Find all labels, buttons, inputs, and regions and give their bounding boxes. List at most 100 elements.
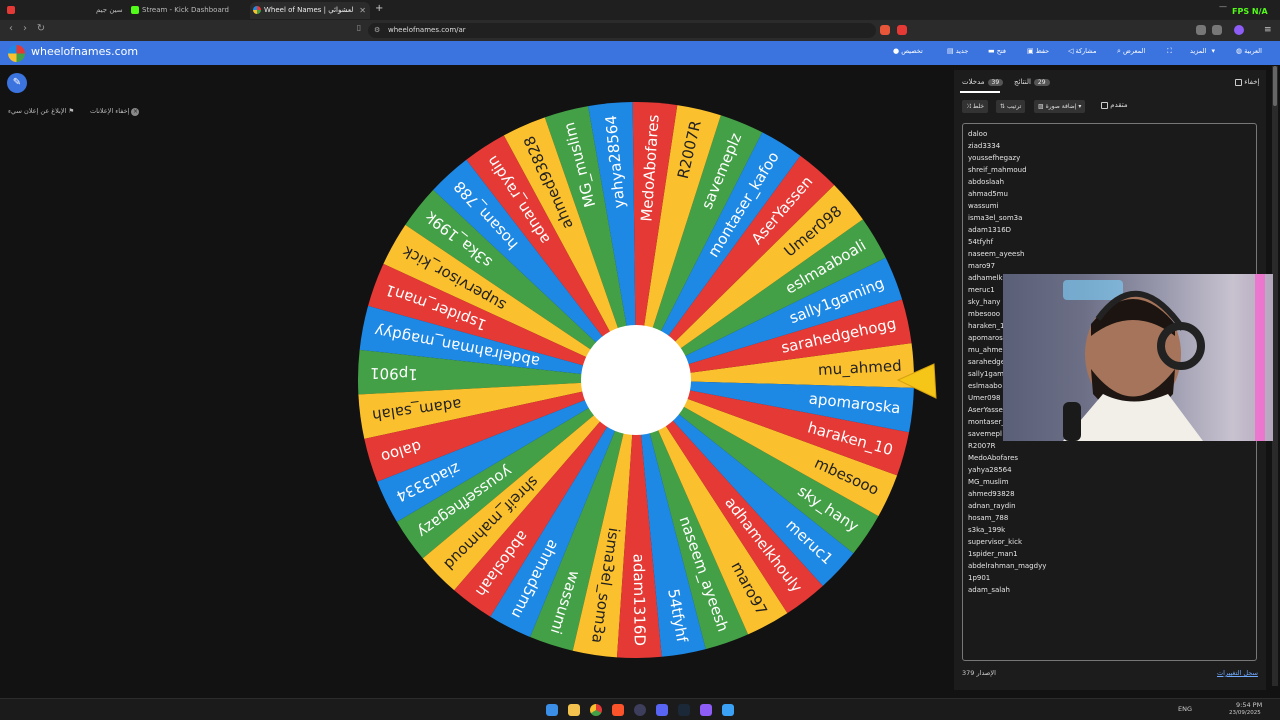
entry-line: sally1gam <box>968 370 1004 378</box>
browser-tab-bar: سين جيم Stream - Kick Dashboard Wheel of… <box>0 0 1280 20</box>
windows-start-icon[interactable] <box>546 704 558 716</box>
entry-line: adam1316D <box>968 226 1012 234</box>
wheel-favicon-icon <box>253 6 261 14</box>
browser-tab-2[interactable]: Stream - Kick Dashboard <box>128 2 248 19</box>
entry-line: supervisor_kick <box>968 538 1023 546</box>
wheel-center-hub[interactable] <box>581 325 691 435</box>
menu-icon[interactable]: ≡ <box>1264 25 1274 35</box>
reload-icon[interactable]: ↻ <box>34 23 48 34</box>
new-file-icon: ▤ <box>947 47 954 55</box>
brave-shield-icon[interactable] <box>880 25 890 35</box>
changelog-link[interactable]: سجل التغييرات <box>1217 669 1258 677</box>
chevron-down-icon: ▾ <box>1078 103 1082 110</box>
entry-line: 54tfyhf <box>968 238 994 246</box>
entry-line: adhamelk <box>968 274 1003 282</box>
name-wheel[interactable]: mu_ahmedsarahedgehoggsally1gamingeslmaab… <box>358 102 914 658</box>
entries-count-badge: 39 <box>987 79 1004 86</box>
hide-ads-link[interactable]: إخفاء الإعلانات × <box>90 107 140 116</box>
hide-toggle[interactable]: إخفاء <box>1232 78 1259 86</box>
chevron-down-icon: ▾ <box>1211 47 1215 55</box>
entry-line: AserYasse <box>968 406 1003 414</box>
add-image-button[interactable]: ▨ إضافة صورة ▾ <box>1034 100 1086 113</box>
menu-save[interactable]: ▣ حفظ <box>1024 47 1049 55</box>
save-icon: ▣ <box>1027 47 1034 55</box>
entry-line: ahmed93828 <box>968 490 1015 498</box>
menu-more[interactable]: المزيد ▾ <box>1190 47 1215 55</box>
folder-icon: ▬ <box>988 47 995 55</box>
edit-wheel-button[interactable]: ✎ <box>7 73 27 93</box>
wheel-slice-label: adam1316D <box>630 554 649 646</box>
entry-line: isma3el_som3a <box>968 214 1023 222</box>
entry-line: naseem_ayeesh <box>968 250 1025 258</box>
forward-icon[interactable]: › <box>18 23 32 34</box>
clock-time[interactable]: 9:54 PM <box>1236 701 1262 709</box>
tab-title: Wheel of Names | اختيار الاسم العشوائي <box>264 6 354 14</box>
entry-line: adam_salah <box>968 586 1010 594</box>
tab-entries[interactable]: مدخلات 39 <box>962 78 1004 86</box>
entry-line: sarahedge <box>968 358 1006 366</box>
entry-line: maro97 <box>968 262 996 270</box>
brave-icon[interactable] <box>612 704 624 716</box>
browser-tab-1[interactable]: سين جيم <box>4 2 124 19</box>
close-tab-icon[interactable]: ✕ <box>359 2 366 19</box>
browser-tab-3-active[interactable]: Wheel of Names | اختيار الاسم العشوائي ✕ <box>250 2 370 19</box>
share-icon: ◁ <box>1068 47 1074 55</box>
entry-line: s3ka_199k <box>968 526 1006 534</box>
menu-open[interactable]: ▬ فتح <box>985 47 1006 55</box>
site-info-icon[interactable]: ⚙ <box>374 23 380 38</box>
report-ad-link[interactable]: الإبلاغ عن إعلان سيء ⚑ <box>8 107 74 115</box>
hide-checkbox[interactable] <box>1235 78 1242 86</box>
entry-line: MG_muslim <box>968 478 1009 486</box>
menu-share[interactable]: ◁ مشاركة <box>1065 47 1096 55</box>
url-field[interactable]: ⚙ wheelofnames.com/ar <box>368 23 876 38</box>
tab-results[interactable]: النتائج 29 <box>1014 78 1050 86</box>
clock-date[interactable]: 23/09/2025 <box>1229 710 1261 716</box>
scrollbar-thumb[interactable] <box>1273 66 1277 106</box>
entry-line: adnan_raydin <box>968 502 1016 510</box>
advanced-checkbox[interactable] <box>1101 101 1108 109</box>
version-number: 379 <box>962 669 975 677</box>
app-icon[interactable] <box>700 704 712 716</box>
close-circle-icon: × <box>131 108 140 116</box>
tab-title: سين جيم <box>96 6 123 14</box>
entry-line: ziad3334 <box>968 142 1001 150</box>
language-indicator[interactable]: ENG <box>1178 705 1192 713</box>
extension-icon[interactable] <box>897 25 907 35</box>
entry-line: hosam_788 <box>968 514 1009 522</box>
minimize-button[interactable]: — <box>1219 2 1227 11</box>
new-tab-button[interactable]: + <box>375 3 383 14</box>
notepad-icon[interactable] <box>722 704 734 716</box>
shuffle-icon: ⤨ <box>966 103 971 110</box>
menu-new[interactable]: ▤ جديد <box>944 47 968 55</box>
fps-badge: FPS N/A <box>1232 7 1268 16</box>
sidebar-icon[interactable] <box>1212 25 1222 35</box>
menu-language[interactable]: ◍ العربية <box>1233 47 1262 55</box>
profile-avatar-icon[interactable] <box>1234 25 1244 35</box>
advanced-toggle[interactable]: متقدم <box>1098 101 1128 109</box>
entry-line: mbesooo <box>968 310 1001 318</box>
address-bar-row: ‹ › ↻ ▯ ⚙ wheelofnames.com/ar ≡ <box>0 20 1280 41</box>
discord-icon[interactable] <box>656 704 668 716</box>
menu-customize[interactable]: ● تخصيص <box>890 47 923 55</box>
back-icon[interactable]: ‹ <box>4 23 18 34</box>
menu-gallery[interactable]: ⌕ المعرض <box>1114 47 1145 56</box>
search-icon: ⌕ <box>1117 47 1121 55</box>
bookmark-icon[interactable]: ▯ <box>352 23 366 32</box>
active-tab-indicator <box>960 91 1000 93</box>
tab-title: Stream - Kick Dashboard <box>142 6 229 14</box>
extension-puzzle-icon[interactable] <box>1196 25 1206 35</box>
obs-icon[interactable] <box>634 704 646 716</box>
menu-fullscreen[interactable]: ⛶ <box>1164 47 1172 56</box>
entry-line: MedoAbofares <box>968 454 1019 462</box>
entry-line: yahya28564 <box>968 466 1012 474</box>
results-count-badge: 29 <box>1033 79 1050 86</box>
sort-button[interactable]: ⇅ ترتيب <box>996 100 1026 113</box>
wheel-logo-icon[interactable] <box>8 45 25 62</box>
steam-icon[interactable] <box>678 704 690 716</box>
file-explorer-icon[interactable] <box>568 704 580 716</box>
shuffle-button[interactable]: ⤨ خلط <box>962 100 989 113</box>
entry-line: youssefhegazy <box>968 154 1021 162</box>
version-info: 379 الإصدار <box>962 669 996 677</box>
chrome-icon[interactable] <box>590 704 602 716</box>
brand-title[interactable]: wheelofnames.com <box>31 45 138 58</box>
